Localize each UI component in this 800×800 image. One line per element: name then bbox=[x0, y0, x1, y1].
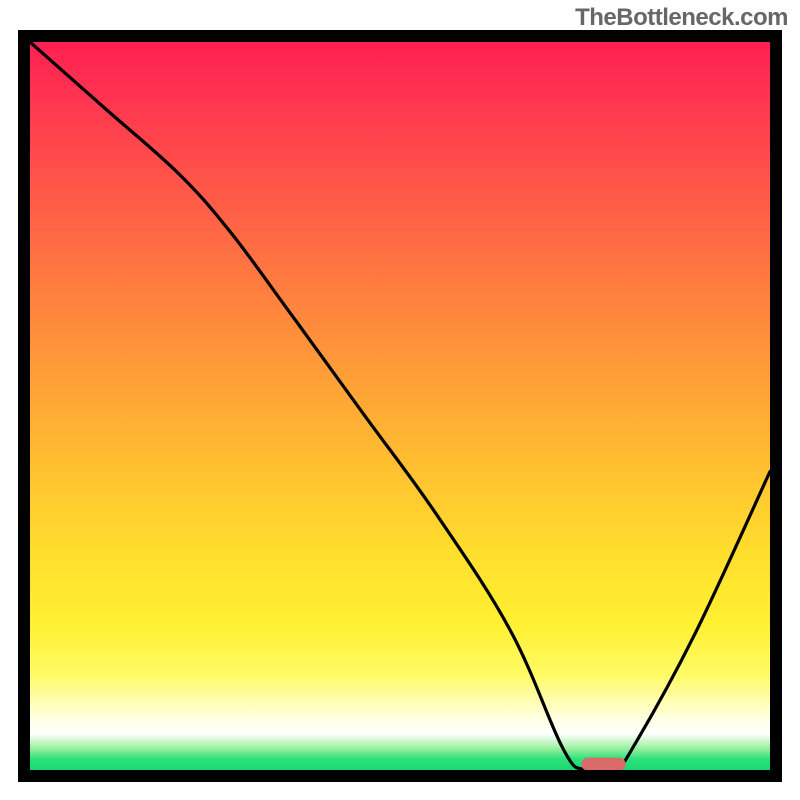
bottleneck-curve bbox=[30, 42, 770, 770]
optimal-zone-marker bbox=[581, 758, 625, 770]
curve-layer bbox=[30, 42, 770, 770]
chart-frame: TheBottleneck.com bbox=[0, 0, 800, 800]
watermark-text: TheBottleneck.com bbox=[575, 4, 788, 32]
plot-outer-border bbox=[18, 30, 782, 782]
plot-area bbox=[30, 42, 770, 770]
